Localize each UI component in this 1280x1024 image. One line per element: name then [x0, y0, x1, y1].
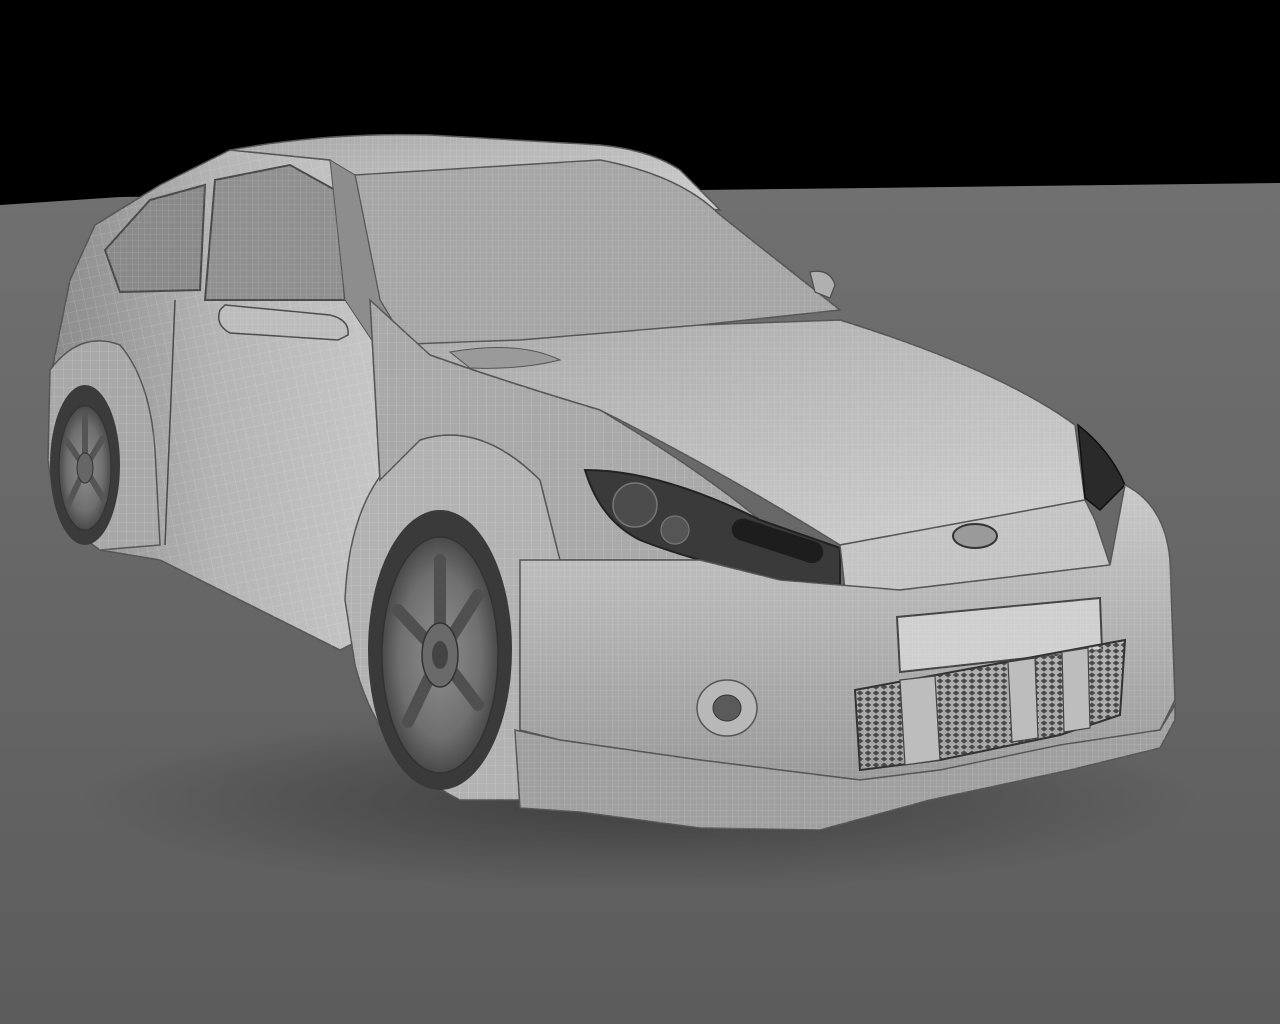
car-render: [0, 0, 1280, 1024]
oval-emblem-icon: [952, 523, 998, 549]
render-viewport: [0, 0, 1280, 1024]
